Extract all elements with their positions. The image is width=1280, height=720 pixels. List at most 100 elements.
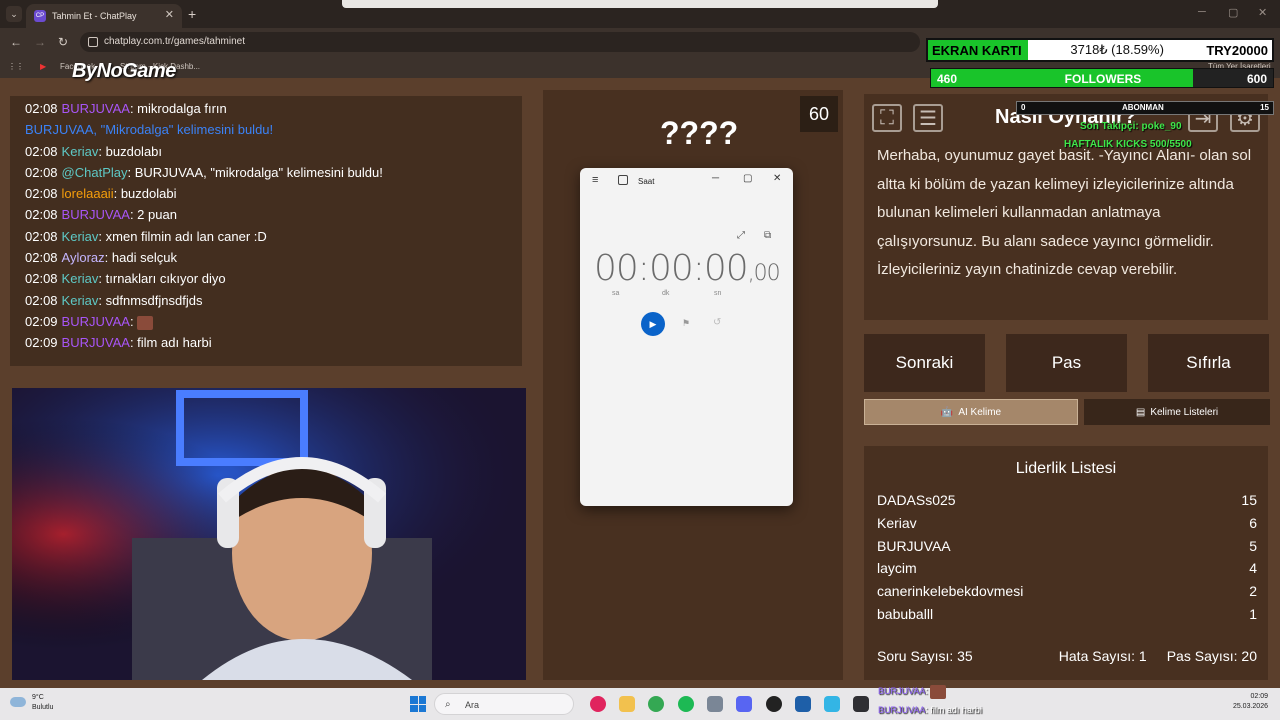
chat-user[interactable]: BURJUVAA (62, 335, 130, 350)
notepad-icon[interactable] (795, 696, 811, 712)
player-score: 2 (1249, 583, 1257, 600)
tab-ai-label: AI Kelime (958, 406, 1002, 418)
chat-text: buzdolabı (105, 143, 163, 159)
followers-label: FOLLOWERS (1064, 72, 1142, 86)
last-follower: Son Takipçi: poke_90 (1080, 121, 1182, 132)
chat-time: 02:09 (25, 335, 58, 351)
chat-time: 02:08 (25, 186, 58, 202)
chat-message: 02:08 Keriav: buzdolabı (25, 143, 163, 159)
chat-message: 02:09 BURJUVAA: film adı harbi (25, 335, 212, 351)
windows-start-icon[interactable] (410, 696, 426, 712)
app-icon-red[interactable] (590, 696, 606, 712)
chat-time: 02:09 (25, 313, 58, 329)
mini-chat-overlay: BURJUVAA: BURJUVAA: film adı harbi (878, 684, 982, 715)
leaderboard-row: BURJUVAA 5 (877, 538, 1257, 554)
clock-app-window: ≡ Saat ─ ▢ ✕ ⤢ ⧉ 00:00:00,00 sa dk sn ▶ … (580, 168, 793, 506)
system-message: BURJUVAA, "Mikrodalga" kelimesini buldu! (25, 122, 274, 138)
url-field[interactable]: chatplay.com.tr/games/tahminet (80, 32, 920, 52)
chat-user[interactable]: Keriav (62, 271, 99, 286)
minimize-icon[interactable]: ─ (712, 173, 719, 184)
weather-temp: 9°C (32, 694, 44, 701)
maximize-icon[interactable]: ▢ (743, 173, 752, 184)
forward-icon[interactable]: → (34, 35, 46, 49)
chat-user[interactable]: BURJUVAA (62, 314, 130, 329)
reset-button[interactable]: Sıfırla (1148, 334, 1269, 392)
clock-taskbar-icon[interactable] (853, 696, 869, 712)
chat-time: 02:08 (25, 143, 58, 159)
chat-user[interactable]: lorelaaaii (62, 186, 114, 201)
play-icon[interactable]: ▶ (641, 312, 665, 336)
chat-user[interactable]: BURJUVAA (62, 101, 130, 116)
maximize-icon[interactable]: ▢ (1228, 6, 1238, 19)
chat-user[interactable]: Keriav (62, 293, 99, 308)
unit-minutes: dk (662, 290, 670, 297)
lap-flag-icon[interactable]: ⚑ (682, 318, 690, 329)
chat-text: xmen filmin adı lan caner :D (105, 228, 267, 244)
leaderboard-row: Keriav 6 (877, 515, 1257, 531)
bynogame-logo: ByNoGame (72, 60, 176, 82)
chat-time: 02:08 (25, 250, 58, 266)
discord-icon[interactable] (736, 696, 752, 712)
close-tab-icon[interactable]: ✕ (165, 8, 174, 21)
tab-ai-word[interactable]: 🤖 AI Kelime (864, 399, 1078, 425)
system-clock[interactable]: 02:09 25.03.2026 (1210, 692, 1268, 712)
settings-icon[interactable] (707, 696, 723, 712)
chat-user[interactable]: @ChatPlay (62, 165, 128, 180)
reset-icon[interactable]: ↺ (713, 317, 721, 328)
browser-tab[interactable]: CP Tahmin Et - ChatPlay ✕ (26, 4, 182, 28)
chat-message: 02:08 BURJUVAA: mikrodalga fırın (25, 101, 227, 116)
chat-message: 02:08 @ChatPlay: BURJUVAA, "mikrodalga" k… (25, 164, 383, 180)
apps-icon[interactable]: ⋮⋮ (8, 62, 24, 71)
file-explorer-icon[interactable] (619, 696, 635, 712)
followers-goal: 600 (1246, 72, 1267, 86)
site-info-icon[interactable] (88, 37, 98, 47)
spotify-icon[interactable] (678, 696, 694, 712)
game-stats: Soru Sayısı: 35 Hata Sayısı: 1 Pas Sayıs… (877, 648, 1257, 664)
back-icon[interactable]: ← (10, 35, 22, 49)
tab-word-lists[interactable]: ▤ Kelime Listeleri (1084, 399, 1270, 425)
leaderboard-row: canerinkelebekdovmesi 2 (877, 583, 1257, 599)
chrome-icon[interactable] (648, 696, 664, 712)
youtube-icon[interactable]: ▶ (40, 62, 46, 71)
chat-message: 02:08 Keriav: tırnakları cıkıyor diyo (25, 271, 226, 287)
chat-panel: 02:08 BURJUVAA: mikrodalga fırın BURJUVAA,… (10, 96, 522, 366)
weather-desc: Bulutlu (32, 704, 54, 711)
reload-icon[interactable]: ↻ (58, 35, 68, 49)
expand-icon[interactable]: ⤢ (737, 230, 745, 241)
chatplay-favicon-icon: CP (34, 10, 46, 22)
hamburger-menu-icon[interactable]: ≡ (592, 174, 598, 186)
player-name: canerinkelebekdovmesi (877, 583, 1024, 600)
webcam-feed (12, 388, 526, 680)
url-text: chatplay.com.tr/games/tahminet (104, 36, 245, 47)
player-score: 4 (1249, 560, 1257, 577)
emote-image (137, 315, 154, 330)
chat-user[interactable]: Keriav (62, 144, 99, 159)
app-icon-blue[interactable] (824, 696, 840, 712)
chat-text: buzdolabi (120, 186, 177, 202)
next-button[interactable]: Sonraki (864, 334, 985, 392)
sub-count: 0 (1021, 103, 1026, 112)
close-icon[interactable]: ✕ (773, 173, 781, 184)
obs-icon[interactable] (766, 696, 782, 712)
chat-user[interactable]: BURJUVAA (62, 207, 130, 222)
close-window-icon[interactable]: ✕ (1258, 6, 1267, 19)
tab-list-icon[interactable]: ⌄ (6, 6, 22, 22)
minimize-icon[interactable]: ─ (1198, 6, 1206, 18)
taskbar-search[interactable]: ⌕ Ara (434, 693, 574, 715)
stopwatch-display: 00:00:00,00 (594, 248, 781, 289)
notes-icon[interactable]: ☰ (913, 104, 943, 132)
player-name: BURJUVAA (877, 537, 951, 554)
new-tab-icon[interactable]: + (188, 6, 196, 22)
keep-on-top-icon[interactable]: ⧉ (764, 230, 771, 241)
pass-button[interactable]: Pas (1006, 334, 1127, 392)
chat-text: tırnakları cıkıyor diyo (105, 271, 226, 287)
player-name: laycim (877, 560, 917, 577)
fullscreen-icon[interactable]: ⛶ (872, 104, 902, 132)
pass-count: Pas Sayısı: 20 (1166, 648, 1257, 664)
question-count: Soru Sayısı: 35 (877, 648, 973, 664)
player-name: DADASs025 (877, 492, 956, 508)
chat-user[interactable]: Keriav (62, 229, 99, 244)
leaderboard-row: babuballl 1 (877, 606, 1257, 622)
chat-user[interactable]: Ayloraz (62, 250, 105, 265)
search-placeholder: Ara (465, 700, 480, 710)
